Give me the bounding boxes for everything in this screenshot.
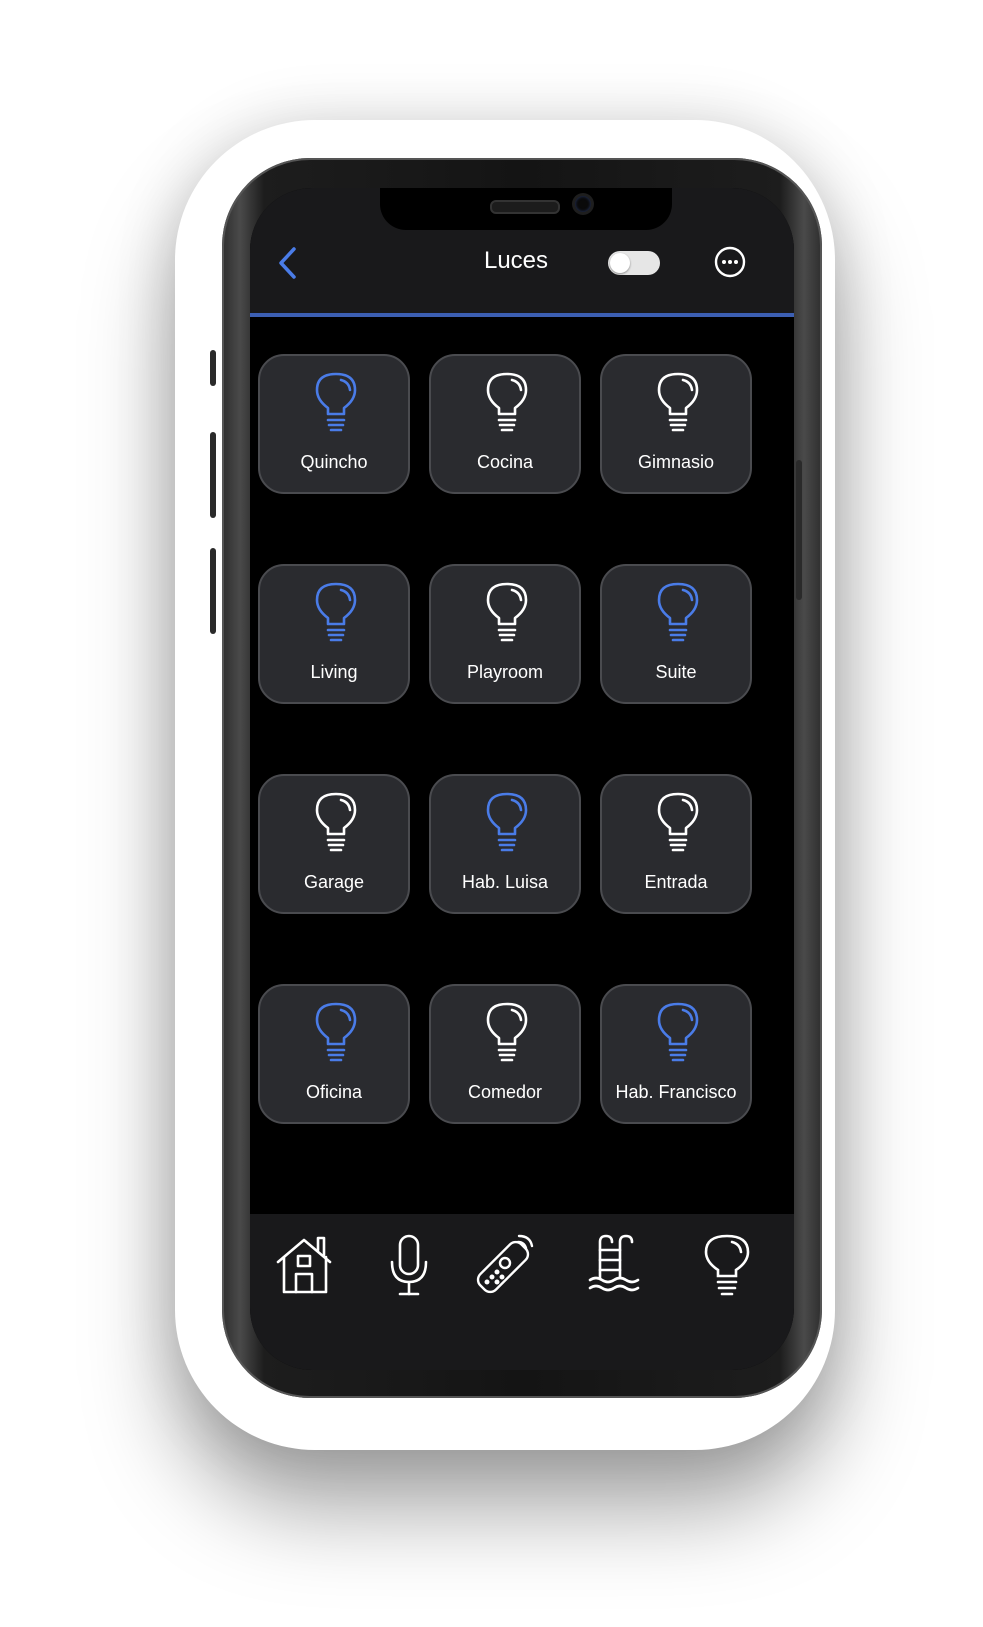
lightbulb-icon <box>315 372 357 432</box>
nav-voice[interactable] <box>376 1232 442 1298</box>
power-button <box>796 460 802 600</box>
light-tile[interactable]: Garage <box>258 774 410 914</box>
lightbulb-icon <box>315 582 357 642</box>
light-label: Comedor <box>467 1082 543 1102</box>
light-label: Cocina <box>476 452 534 472</box>
light-label: Entrada <box>644 872 708 892</box>
all-lights-toggle[interactable] <box>608 251 660 275</box>
light-label: Playroom <box>466 662 544 682</box>
light-tile[interactable]: Quincho <box>258 354 410 494</box>
light-tile[interactable]: Hab. Luisa <box>429 774 581 914</box>
bottom-nav <box>250 1214 794 1370</box>
nav-pool[interactable] <box>584 1232 650 1298</box>
light-tile[interactable]: Playroom <box>429 564 581 704</box>
nav-remote[interactable] <box>472 1232 538 1298</box>
lightbulb-icon <box>486 1002 528 1062</box>
light-tile[interactable]: Cocina <box>429 354 581 494</box>
lightbulb-icon <box>315 1002 357 1062</box>
lightbulb-icon <box>486 792 528 852</box>
lightbulb-icon <box>657 1002 699 1062</box>
page-title: Luces <box>483 247 549 274</box>
light-tile[interactable]: Gimnasio <box>600 354 752 494</box>
more-horizontal-icon <box>714 246 746 278</box>
toggle-knob <box>610 253 630 273</box>
nav-lights[interactable] <box>694 1232 760 1298</box>
light-tile[interactable]: Suite <box>600 564 752 704</box>
volume-up-button <box>210 432 216 518</box>
speaker-grille <box>490 200 560 214</box>
lightbulb-icon <box>486 372 528 432</box>
light-label: Suite <box>655 662 697 682</box>
volume-down-button <box>210 548 216 634</box>
notch <box>380 188 672 230</box>
front-camera <box>575 196 591 212</box>
light-label: Hab. Francisco <box>615 1082 737 1102</box>
lightbulb-icon <box>704 1234 750 1296</box>
back-button[interactable] <box>272 243 302 283</box>
lightbulb-icon <box>657 792 699 852</box>
stage: Luces Quincho Cocina Gimnasio Living Playroo… <box>0 0 983 1627</box>
light-label: Garage <box>303 872 365 892</box>
lightbulb-icon <box>657 372 699 432</box>
light-label: Hab. Luisa <box>461 872 549 892</box>
screen: Luces Quincho Cocina Gimnasio Living Playroo… <box>250 188 794 1370</box>
light-tile[interactable]: Living <box>258 564 410 704</box>
lightbulb-icon <box>657 582 699 642</box>
nav-home[interactable] <box>272 1232 338 1298</box>
light-tile[interactable]: Hab. Francisco <box>600 984 752 1124</box>
light-tile[interactable]: Comedor <box>429 984 581 1124</box>
mute-switch <box>210 350 216 386</box>
light-label: Living <box>310 662 358 682</box>
lightbulb-icon <box>486 582 528 642</box>
pool-icon <box>588 1234 640 1292</box>
light-label: Oficina <box>305 1082 363 1102</box>
chevron-left-icon <box>279 247 296 279</box>
light-label: Quincho <box>300 452 368 472</box>
light-tile[interactable]: Entrada <box>600 774 752 914</box>
light-tile[interactable]: Oficina <box>258 984 410 1124</box>
lightbulb-icon <box>315 792 357 852</box>
microphone-icon <box>390 1234 428 1296</box>
light-label: Gimnasio <box>637 452 715 472</box>
more-options-button[interactable] <box>714 246 746 278</box>
remote-control-icon <box>476 1234 534 1294</box>
home-icon <box>276 1236 332 1294</box>
